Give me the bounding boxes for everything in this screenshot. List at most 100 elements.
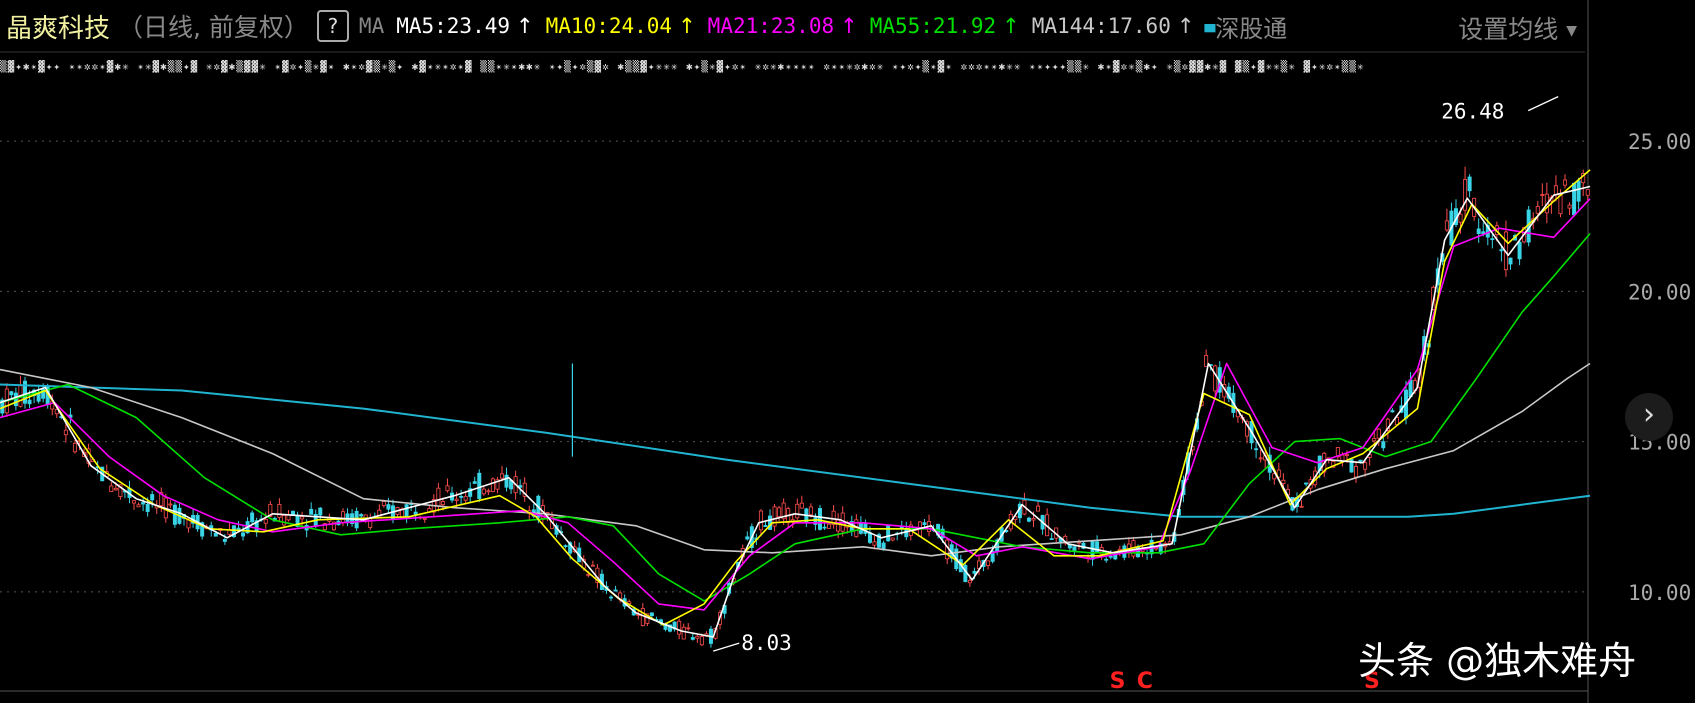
candle-body [699, 636, 704, 646]
price-chart[interactable]: 10.0015.0020.0025.0026.488.03S C S [0, 0, 1695, 703]
candle-body [1258, 457, 1263, 460]
candle-body [1567, 204, 1572, 209]
candle-body [867, 532, 872, 543]
candle-body [486, 490, 491, 493]
candle-body [27, 399, 32, 405]
candle-body [1358, 459, 1363, 462]
candle-body [472, 481, 477, 484]
annotation-low-arrow [713, 642, 740, 652]
candle-body [1108, 555, 1113, 558]
candle-body [1508, 257, 1513, 265]
candle-body [690, 637, 695, 640]
candle-body [1036, 505, 1041, 512]
candle-body [1213, 365, 1218, 392]
candle-body [1072, 546, 1077, 552]
candle-body [1344, 454, 1349, 456]
candle-body [872, 541, 877, 546]
candle-body [763, 525, 768, 527]
series-line-ma55 [0, 233, 1591, 602]
candle-body [1553, 185, 1558, 196]
candle-body [499, 473, 504, 479]
candle-body [890, 537, 895, 541]
candle-body [777, 507, 782, 518]
candle-body [445, 485, 450, 492]
candle-body [318, 507, 323, 516]
candle-body [1540, 194, 1545, 196]
candle-body [504, 474, 509, 488]
candle-body [758, 510, 763, 531]
candle-body [1304, 482, 1309, 485]
candle-body [9, 391, 14, 396]
candle-body [1026, 517, 1031, 522]
candle-body [136, 504, 141, 508]
candle-body [1299, 505, 1304, 508]
candle-body [1490, 238, 1495, 241]
candle-body [150, 494, 155, 501]
candle-body [263, 518, 268, 524]
candle-body [1467, 176, 1472, 192]
candle-body [132, 500, 137, 504]
candle-body [972, 570, 977, 574]
candle-body [1254, 448, 1259, 451]
candle-body [1031, 518, 1036, 521]
candle-body [808, 506, 813, 516]
candle-body [222, 539, 227, 542]
candle-body [404, 504, 409, 517]
candle-body [481, 488, 486, 495]
ytick-label-25: 25.00 [1628, 130, 1691, 154]
candle-body [1444, 220, 1449, 231]
candle-body [563, 545, 568, 548]
candle-body [309, 508, 314, 515]
candle-body [36, 393, 41, 402]
candle-body [1458, 213, 1463, 223]
candle-body [490, 478, 495, 493]
next-chevron-button[interactable]: › [1625, 393, 1673, 441]
candle-body [695, 635, 700, 639]
candle-body [681, 626, 686, 640]
candle-body [300, 516, 305, 520]
candle-body [822, 526, 827, 529]
candle-body [1281, 479, 1286, 484]
candle-body [459, 496, 464, 498]
candle-body [745, 536, 750, 540]
candle-body [677, 620, 682, 635]
candle-body [1354, 465, 1359, 478]
candle-body [613, 589, 618, 592]
candle-body [836, 519, 841, 532]
series-line-ma10 [0, 169, 1591, 626]
annotation-low-label: 8.03 [741, 631, 792, 655]
candle-body [1476, 228, 1481, 234]
candle-body [413, 511, 418, 515]
candle-body [63, 429, 68, 436]
candle-body [141, 502, 146, 505]
candle-body [1204, 354, 1209, 367]
signal-marker-0: S [1110, 669, 1126, 694]
candle-body [817, 508, 822, 530]
candle-body [904, 528, 909, 538]
candle-body [1563, 179, 1568, 186]
series-line-ma21 [0, 198, 1591, 611]
candle-body [1372, 438, 1377, 442]
candle-body [1363, 462, 1368, 470]
candle-body [250, 512, 255, 523]
candle-body [986, 560, 991, 566]
candle-body [241, 532, 246, 537]
candle-body [436, 487, 441, 507]
candle-body [1376, 428, 1381, 439]
candle-body [649, 612, 654, 617]
candle-body [1049, 538, 1054, 540]
candle-body [609, 596, 614, 599]
candle-body [967, 580, 972, 584]
signal-marker-1: C [1137, 669, 1153, 694]
candle-body [168, 503, 173, 506]
candle-body [827, 523, 832, 529]
candle-body [1572, 182, 1577, 216]
annotation-high-arrow [1527, 96, 1559, 112]
series-line-ma5 [0, 185, 1591, 638]
candle-body [381, 501, 386, 506]
candle-body [686, 627, 691, 630]
chevron-right-icon: › [1643, 397, 1655, 432]
candle-body [359, 514, 364, 517]
candle-body [1104, 558, 1109, 561]
ytick-label-10: 10.00 [1628, 581, 1691, 605]
